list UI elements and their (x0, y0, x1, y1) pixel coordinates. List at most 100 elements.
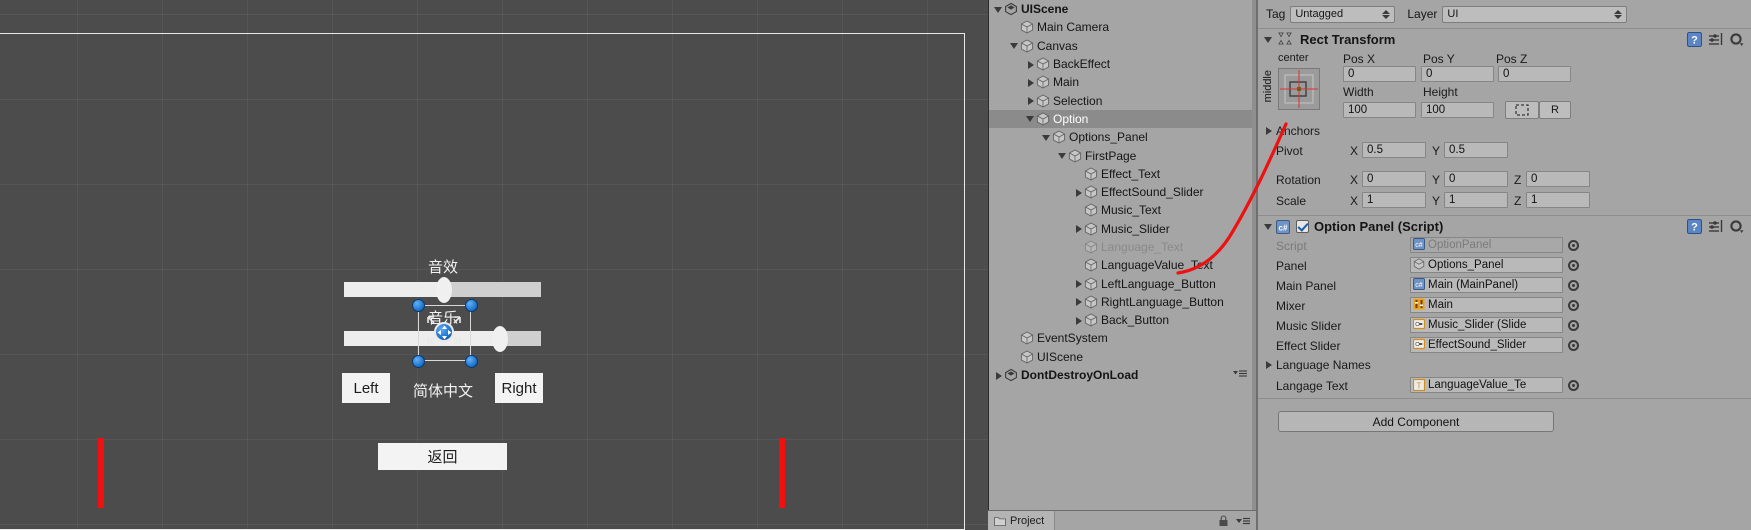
main-panel-picker-icon[interactable] (1568, 280, 1579, 291)
effect-slider-picker-icon[interactable] (1568, 340, 1579, 351)
hierarchy-item-main-camera[interactable]: Main Camera (989, 18, 1256, 36)
hierarchy-item-effectsound-slider[interactable]: EffectSound_Slider (989, 183, 1256, 201)
hierarchy-item-firstpage[interactable]: FirstPage (989, 146, 1256, 164)
script-picker-icon[interactable] (1568, 240, 1579, 251)
right-language-button[interactable]: Right (495, 373, 543, 403)
left-language-button[interactable]: Left (342, 373, 390, 403)
effect-slider-object-field[interactable]: EffectSound_Slider (1410, 337, 1563, 353)
hierarchy-item-uiscene[interactable]: UIScene (989, 348, 1256, 366)
hierarchy-item-uiscene[interactable]: UIScene (989, 0, 1256, 18)
option-panel-enabled-checkbox[interactable] (1296, 220, 1309, 233)
rotation-y-input[interactable]: 0 (1444, 171, 1508, 187)
langage-text-picker-icon[interactable] (1568, 380, 1579, 391)
hierarchy-item-language-text[interactable]: Language_Text (989, 238, 1256, 256)
anchor-preset-button[interactable] (1278, 68, 1320, 110)
rect-transform-header[interactable]: Rect Transform ? (1258, 28, 1751, 50)
raw-edit-button[interactable]: R (1539, 101, 1571, 119)
mixer-picker-icon[interactable] (1568, 300, 1579, 311)
effect-slider-handle[interactable] (436, 277, 452, 303)
hierarchy-item-eventsystem[interactable]: EventSystem (989, 329, 1256, 347)
langage-text-object-field[interactable]: T LanguageValue_Te (1410, 377, 1563, 393)
rotation-z-input[interactable]: 0 (1526, 171, 1590, 187)
help-icon[interactable]: ? (1687, 32, 1702, 47)
chevron-right-icon[interactable] (1073, 296, 1084, 307)
chevron-down-icon[interactable] (993, 4, 1004, 15)
hierarchy-item-option[interactable]: Option (989, 109, 1256, 129)
pos-z-input[interactable]: 0 (1498, 66, 1571, 82)
chevron-right-icon[interactable] (1073, 187, 1084, 198)
layer-dropdown[interactable]: UI (1442, 5, 1628, 23)
chevron-down-icon[interactable] (1057, 150, 1068, 161)
anchors-foldout-icon[interactable] (1263, 125, 1274, 136)
music-slider-picker-icon[interactable] (1568, 320, 1579, 331)
chevron-right-icon[interactable] (1025, 77, 1036, 88)
language-names-foldout-icon[interactable] (1263, 359, 1274, 370)
panel-object-field[interactable]: Options_Panel (1410, 257, 1563, 273)
scale-x-input[interactable]: 1 (1362, 192, 1426, 208)
hierarchy-item-languagevalue-text[interactable]: LanguageValue_Text (989, 256, 1256, 274)
gear-icon-2[interactable] (1729, 219, 1744, 234)
blueprint-mode-button[interactable] (1505, 101, 1539, 119)
width-input[interactable]: 100 (1343, 102, 1416, 118)
music-slider-handle[interactable] (492, 326, 508, 352)
scale-y-input[interactable]: 1 (1444, 192, 1508, 208)
chevron-right-icon[interactable] (1025, 59, 1036, 70)
hierarchy-item-music-slider[interactable]: Music_Slider (989, 220, 1256, 238)
chevron-right-icon[interactable] (1073, 278, 1084, 289)
pivot-y-input[interactable]: 0.5 (1444, 142, 1508, 158)
hierarchy-item-main[interactable]: Main (989, 73, 1256, 91)
hierarchy-item-label: Selection (1053, 93, 1103, 108)
hierarchy-panel[interactable]: UIScene Main Camera Canvas BackEffect Main Se… (988, 0, 1256, 530)
rotation-x-input[interactable]: 0 (1362, 171, 1426, 187)
hierarchy-item-effect-text[interactable]: Effect_Text (989, 165, 1256, 183)
back-button[interactable]: 返回 (378, 443, 507, 470)
hierarchy-tree[interactable]: UIScene Main Camera Canvas BackEffect Main Se… (989, 0, 1256, 384)
hierarchy-item-backeffect[interactable]: BackEffect (989, 55, 1256, 73)
help-icon-2[interactable]: ? (1687, 219, 1702, 234)
panel-menu-icon[interactable] (1235, 515, 1251, 527)
lock-icon[interactable] (1218, 514, 1229, 527)
hierarchy-item-dontdestroyonload[interactable]: DontDestroyOnLoad (989, 366, 1256, 384)
hierarchy-item-leftlanguage-button[interactable]: LeftLanguage_Button (989, 274, 1256, 292)
project-panel-tabbar[interactable]: Project (988, 510, 1256, 530)
script-object-field[interactable]: c# OptionPanel (1410, 237, 1563, 253)
hierarchy-item-selection[interactable]: Selection (989, 91, 1256, 109)
pos-x-input[interactable]: 0 (1343, 66, 1416, 82)
scene-menu-icon[interactable] (1232, 368, 1254, 382)
gear-icon[interactable] (1729, 32, 1744, 47)
hierarchy-item-canvas[interactable]: Canvas (989, 37, 1256, 55)
chevron-right-icon[interactable] (993, 370, 1004, 381)
chevron-down-icon[interactable] (1009, 40, 1020, 51)
preset-icon[interactable] (1708, 32, 1723, 47)
scale-z-input[interactable]: 1 (1526, 192, 1590, 208)
music-slider-object-field[interactable]: Music_Slider (Slide (1410, 317, 1563, 333)
mixer-object-field[interactable]: Main (1410, 297, 1563, 313)
panel-picker-icon[interactable] (1568, 260, 1579, 271)
hierarchy-item-back-button[interactable]: Back_Button (989, 311, 1256, 329)
preset-icon-2[interactable] (1708, 219, 1723, 234)
hierarchy-item-options-panel[interactable]: Options_Panel (989, 128, 1256, 146)
hierarchy-item-rightlanguage-button[interactable]: RightLanguage_Button (989, 293, 1256, 311)
chevron-down-icon[interactable] (1025, 113, 1036, 124)
main-panel-object-field[interactable]: c# Main (MainPanel) (1410, 277, 1563, 293)
option-panel-header[interactable]: c# Option Panel (Script) ? (1258, 215, 1751, 237)
hierarchy-item-music-text[interactable]: Music_Text (989, 201, 1256, 219)
unity-scene-icon (1004, 2, 1018, 16)
pos-y-input[interactable]: 0 (1421, 66, 1494, 82)
selection-handle-bl[interactable] (412, 355, 425, 368)
chevron-right-icon[interactable] (1073, 223, 1084, 234)
chevron-down-icon[interactable] (1041, 132, 1052, 143)
tag-dropdown[interactable]: Untagged (1290, 5, 1396, 23)
height-input[interactable]: 100 (1421, 102, 1494, 118)
option-panel-foldout-icon[interactable] (1263, 221, 1274, 232)
rect-transform-foldout-icon[interactable] (1263, 34, 1274, 45)
inspector-panel[interactable]: Tag Untagged Layer UI Rect Transform ? c… (1256, 0, 1751, 530)
gameobject-icon (1084, 295, 1098, 309)
chevron-right-icon[interactable] (1073, 315, 1084, 326)
chevron-right-icon[interactable] (1025, 95, 1036, 106)
add-component-button[interactable]: Add Component (1278, 411, 1554, 432)
scene-view[interactable]: 音效 音乐 Left 简体中文 Right 返回 (0, 0, 988, 530)
selection-handle-br[interactable] (465, 355, 478, 368)
pivot-x-input[interactable]: 0.5 (1362, 142, 1426, 158)
tab-project[interactable]: Project (988, 510, 1056, 530)
